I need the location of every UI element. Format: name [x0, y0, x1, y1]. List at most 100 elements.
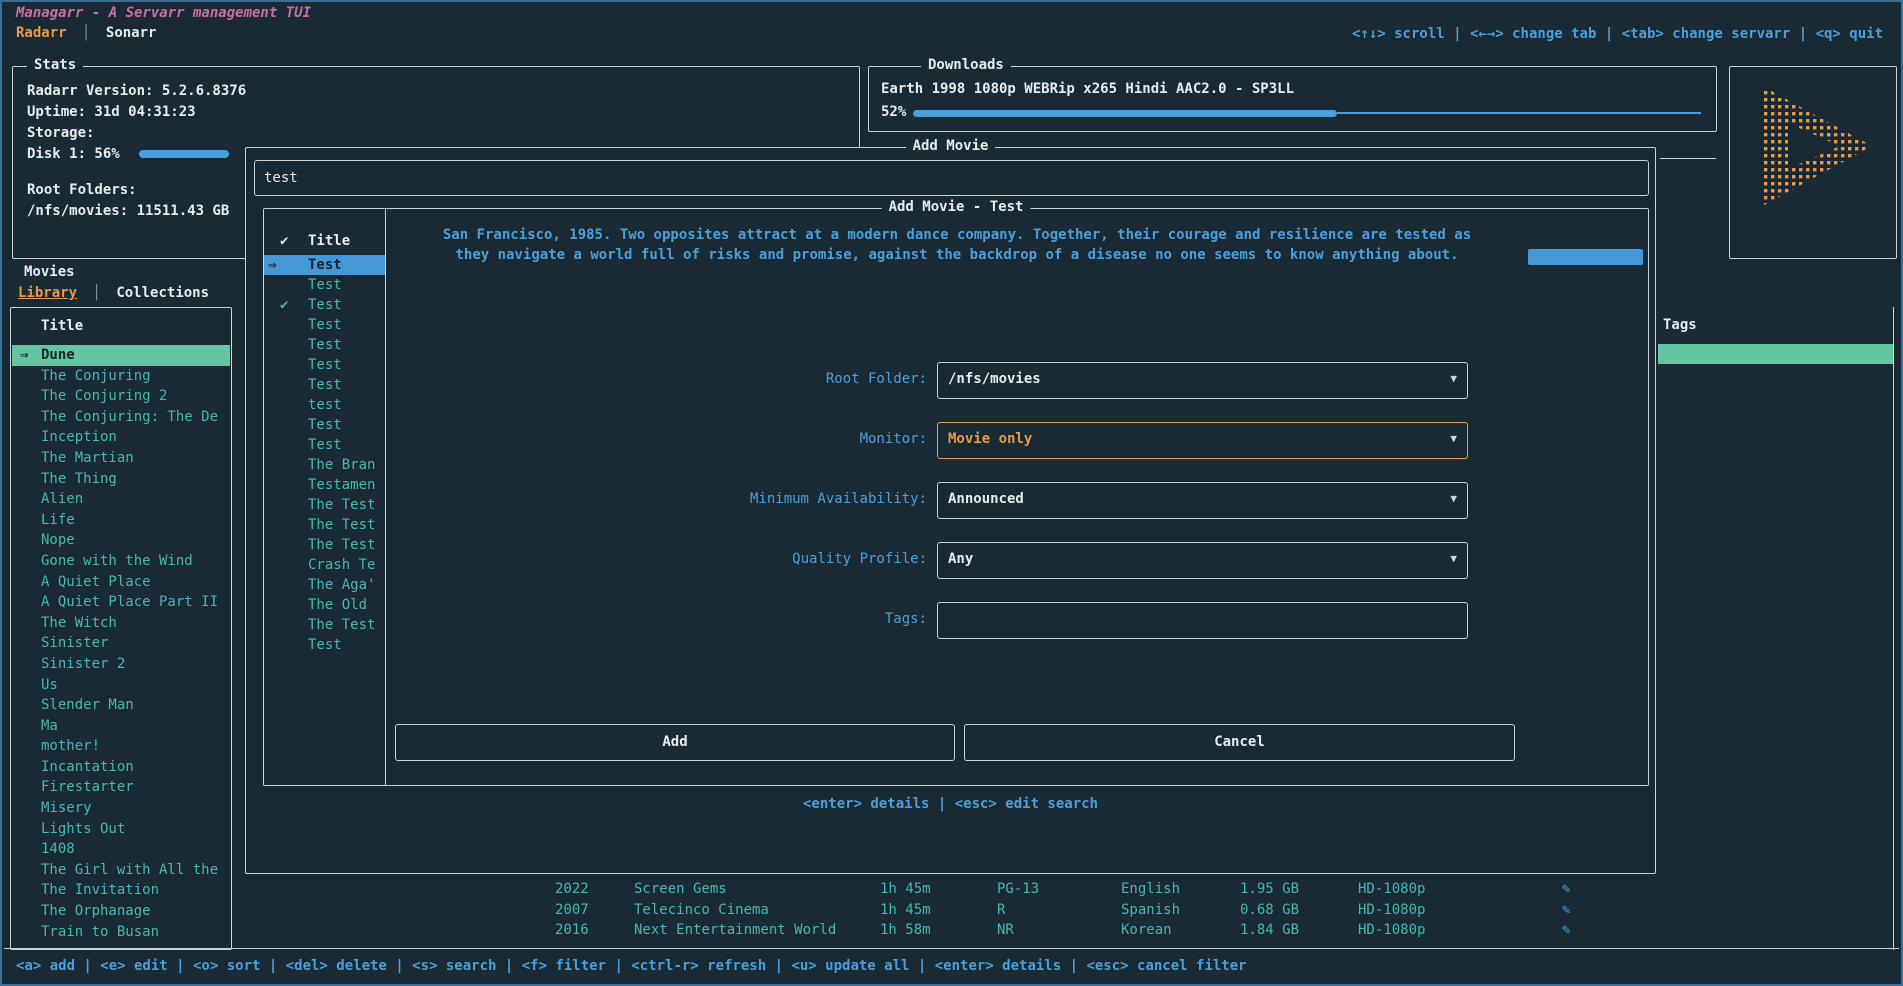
movie-row[interactable]: A Quiet Place	[12, 572, 230, 593]
movie-row[interactable]: Ma	[12, 716, 230, 737]
movie-title: The Martian	[41, 450, 134, 466]
studio-cell: Next Entertainment World	[634, 920, 836, 941]
movie-title: The Conjuring 2	[41, 388, 167, 404]
add-movie-panel-title: Add Movie	[906, 138, 996, 154]
add-movie-modal: Add Movie - Test ✔ Title ⇒Test Test ✔Tes…	[263, 208, 1649, 786]
movie-title: The Conjuring: The De	[41, 409, 218, 425]
movie-title: mother!	[41, 738, 100, 754]
movie-row[interactable]: Inception	[12, 427, 230, 448]
field-label: Minimum Availability:	[544, 491, 927, 507]
movie-row[interactable]: ⇒Dune	[12, 345, 230, 366]
movie-row[interactable]: The Conjuring 2	[12, 386, 230, 407]
tags-input[interactable]	[937, 602, 1468, 639]
download-progress-bar	[913, 110, 1337, 117]
movie-row[interactable]: The Conjuring	[12, 366, 230, 387]
movie-row[interactable]: Life	[12, 510, 230, 531]
movie-title: Nope	[41, 532, 75, 548]
movie-title: Misery	[41, 800, 92, 816]
tags-column-header: Tags	[1663, 317, 1697, 333]
table-row[interactable]: 2016 Next Entertainment World 1h 58m NR …	[2, 920, 1903, 941]
movie-row[interactable]: Lights Out	[12, 819, 230, 840]
stat-uptime: Uptime: 31d 04:31:23	[27, 104, 196, 120]
result-row[interactable]: ⇒ Test	[264, 255, 385, 275]
result-title: Test	[308, 257, 342, 273]
movie-title: Slender Man	[41, 697, 134, 713]
dropdown-arrow-icon: ▼	[1450, 492, 1457, 505]
footer-separator	[4, 948, 1899, 949]
movie-title: 1408	[41, 841, 75, 857]
movie-row[interactable]: Sinister 2	[12, 654, 230, 675]
cancel-button[interactable]: Cancel	[964, 724, 1515, 761]
tab-library[interactable]: Library	[18, 285, 77, 301]
selection-arrow-icon: ⇒	[20, 345, 28, 366]
add-button[interactable]: Add	[395, 724, 955, 761]
movie-row[interactable]: Gone with the Wind	[12, 551, 230, 572]
table-row[interactable]: 2007 Telecinco Cinema 1h 45m R Spanish 0…	[2, 900, 1903, 921]
monitor-select[interactable]: Movie only ▼	[937, 422, 1468, 459]
movie-row[interactable]: The Martian	[12, 448, 230, 469]
movie-row[interactable]: The Thing	[12, 469, 230, 490]
movie-row[interactable]: Incantation	[12, 757, 230, 778]
modal-title: Add Movie - Test	[882, 199, 1031, 215]
movies-section-title: Movies	[24, 264, 75, 280]
pencil-icon: ✎	[1562, 879, 1570, 900]
minimum-availability-select[interactable]: Announced ▼	[937, 482, 1468, 519]
field-label: Root Folder:	[544, 371, 927, 387]
movie-row[interactable]: 1408	[12, 839, 230, 860]
dropdown-arrow-icon: ▼	[1450, 552, 1457, 565]
stat-storage-heading: Storage:	[27, 125, 94, 141]
tab-collections[interactable]: Collections	[116, 285, 209, 301]
movie-title: Ma	[41, 718, 58, 734]
movie-search-input[interactable]	[254, 160, 1649, 196]
result-row[interactable]: ✔Test	[264, 295, 385, 315]
movies-tab-separator: │	[85, 285, 107, 301]
movie-title: Inception	[41, 429, 117, 445]
movie-row[interactable]: Slender Man	[12, 695, 230, 716]
tab-sonarr[interactable]: Sonarr	[106, 25, 157, 41]
movie-row[interactable]: Firestarter	[12, 777, 230, 798]
movie-row[interactable]: Misery	[12, 798, 230, 819]
top-keybinding-hints: <↑↓> scroll | <←→> change tab | <tab> ch…	[1352, 26, 1883, 42]
field-label: Monitor:	[544, 431, 927, 447]
movie-title: The Witch	[41, 615, 117, 631]
result-row[interactable]: Test	[264, 275, 385, 295]
size-cell: 1.84 GB	[1240, 920, 1299, 941]
movie-row[interactable]: mother!	[12, 736, 230, 757]
result-title: Test	[308, 337, 342, 353]
form-row-monitor: Monitor: Movie only ▼	[264, 422, 1648, 482]
logo-panel	[1729, 66, 1897, 259]
size-cell: 0.68 GB	[1240, 900, 1299, 921]
form-row-minimum-availability: Minimum Availability: Announced ▼	[264, 482, 1648, 542]
movie-row[interactable]: Sinister	[12, 633, 230, 654]
language-cell: Spanish	[1121, 900, 1180, 921]
movie-row[interactable]: Us	[12, 675, 230, 696]
stat-root-folder: /nfs/movies: 11511.43 GB	[27, 203, 229, 219]
stat-version: Radarr Version: 5.2.6.8376	[27, 83, 246, 99]
stats-panel-title: Stats	[27, 57, 83, 73]
pencil-icon: ✎	[1562, 920, 1570, 941]
movie-row[interactable]: A Quiet Place Part II	[12, 592, 230, 613]
movie-row[interactable]: The Girl with All the	[12, 860, 230, 881]
movie-title: Us	[41, 677, 58, 693]
selection-arrow-icon: ⇒	[268, 255, 276, 275]
movie-title: A Quiet Place	[41, 574, 151, 590]
tab-radarr[interactable]: Radarr	[16, 25, 67, 41]
footer-keybinding-hints: <a> add | <e> edit | <o> sort | <del> de…	[16, 958, 1247, 974]
field-value: Any	[948, 551, 973, 567]
result-row[interactable]: Test	[264, 315, 385, 335]
quality-profile-select[interactable]: Any ▼	[937, 542, 1468, 579]
movie-row[interactable]: The Witch	[12, 613, 230, 634]
movie-title: A Quiet Place Part II	[41, 594, 218, 610]
table-row[interactable]: 2022 Screen Gems 1h 45m PG-13 English 1.…	[2, 879, 1903, 900]
movies-list: ⇒Dune The Conjuring The Conjuring 2 The …	[12, 345, 230, 942]
certification-cell: NR	[997, 920, 1014, 941]
root-folder-select[interactable]: /nfs/movies ▼	[937, 362, 1468, 399]
movie-row[interactable]: The Conjuring: The De	[12, 407, 230, 428]
movie-row[interactable]: Alien	[12, 489, 230, 510]
downloads-panel: Downloads Earth 1998 1080p WEBRip x265 H…	[868, 66, 1717, 132]
add-movie-form: Root Folder: /nfs/movies ▼ Monitor: Movi…	[264, 362, 1648, 662]
year-cell: 2007	[555, 900, 589, 921]
result-row[interactable]: Test	[264, 335, 385, 355]
movie-row[interactable]: Nope	[12, 530, 230, 551]
form-row-tags: Tags:	[264, 602, 1648, 662]
